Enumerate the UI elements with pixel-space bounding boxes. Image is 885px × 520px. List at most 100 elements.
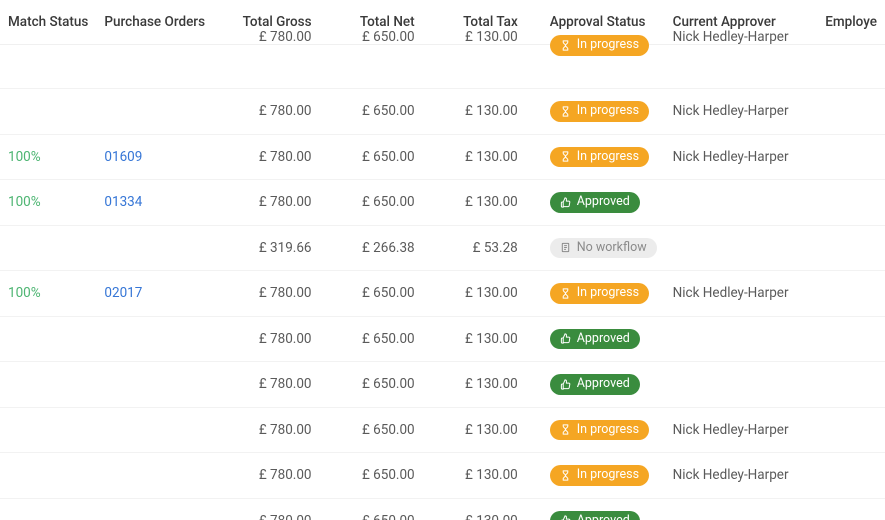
- cell-employee: [817, 316, 885, 362]
- cell-match-status: [0, 407, 96, 453]
- table-row[interactable]: £ 780.00£ 650.00£ 130.00In progressNick …: [0, 407, 885, 453]
- cell-approval-status: In progress: [542, 271, 665, 317]
- cell-match-status: [0, 498, 96, 520]
- cell-employee: [817, 271, 885, 317]
- table-row[interactable]: £ 319.66£ 266.38£ 53.28No workflow: [0, 225, 885, 271]
- cell-total-net: £ 650.00: [336, 362, 439, 408]
- cell-purchase-order: [96, 498, 213, 520]
- cell-approval-status: In progress: [542, 407, 665, 453]
- cell-total-net: £ 650.00: [336, 271, 439, 317]
- cell-purchase-order: [96, 362, 213, 408]
- cell-current-approver: [665, 180, 818, 226]
- cell-employee: [817, 89, 885, 135]
- cell-total-tax: £ 130.00: [439, 45, 542, 89]
- cell-employee: [817, 453, 885, 499]
- col-header-employee[interactable]: Employe: [817, 0, 885, 45]
- cell-employee: [817, 45, 885, 89]
- cell-current-approver: Nick Hedley-Harper: [665, 134, 818, 180]
- thumbs-up-icon: [560, 515, 571, 520]
- table-row[interactable]: £ 780.00£ 650.00£ 130.00In progressNick …: [0, 45, 885, 89]
- cell-approval-status: In progress: [542, 89, 665, 135]
- cell-employee: [817, 498, 885, 520]
- status-badge-label: In progress: [577, 469, 639, 482]
- cell-match-status: [0, 45, 96, 89]
- table-row[interactable]: 100% 02017 £ 780.00£ 650.00£ 130.00 In prog…: [0, 271, 885, 317]
- cell-match-status: 100%: [0, 271, 96, 317]
- status-badge: In progress: [550, 35, 649, 56]
- status-badge: Approved: [550, 374, 640, 395]
- cell-total-net: £ 650.00: [336, 180, 439, 226]
- table-row[interactable]: £ 780.00£ 650.00£ 130.00In progressNick …: [0, 89, 885, 135]
- hourglass-icon: [560, 288, 571, 299]
- table-row[interactable]: 100%01609£ 780.00£ 650.00£ 130.00In prog…: [0, 134, 885, 180]
- data-table: Match Status Purchase Orders Total Gross…: [0, 0, 885, 520]
- status-badge: Approved: [550, 329, 640, 350]
- cell-total-tax: £ 130.00: [439, 362, 542, 408]
- cell-total-gross: £ 780.00: [213, 134, 336, 180]
- cell-total-tax: £ 130.00: [439, 316, 542, 362]
- match-percent: 100%: [8, 194, 41, 210]
- cell-current-approver: Nick Hedley-Harper: [665, 407, 818, 453]
- cell-total-net: £ 266.38: [336, 225, 439, 271]
- status-badge-label: Approved: [577, 378, 630, 391]
- table-row[interactable]: £ 780.00£ 650.00£ 130.00Approved: [0, 316, 885, 362]
- cell-total-gross: £ 780.00: [213, 45, 336, 89]
- cell-total-tax: £ 130.00: [439, 271, 542, 317]
- cell-purchase-order: [96, 453, 213, 499]
- cell-total-gross: £ 780.00: [213, 407, 336, 453]
- cell-total-gross: £ 780.00: [213, 180, 336, 226]
- cell-employee: [817, 134, 885, 180]
- cell-employee: [817, 180, 885, 226]
- cell-total-net: £ 650.00: [336, 453, 439, 499]
- cell-purchase-order: [96, 407, 213, 453]
- hourglass-icon: [560, 470, 571, 481]
- cell-match-status: 100%: [0, 180, 96, 226]
- cell-total-gross: £ 780.00: [213, 362, 336, 408]
- status-badge-label: Approved: [577, 333, 630, 346]
- col-header-purchase-orders[interactable]: Purchase Orders: [96, 0, 213, 45]
- cell-total-tax: £ 130.00: [439, 453, 542, 499]
- table-row[interactable]: £ 780.00£ 650.00£ 130.00 Approved: [0, 362, 885, 408]
- cell-total-gross: £ 319.66: [213, 225, 336, 271]
- status-badge-label: In progress: [577, 105, 639, 118]
- status-badge: In progress: [550, 101, 649, 122]
- cell-total-net: £ 650.00: [336, 498, 439, 520]
- cell-total-net: £ 650.00: [336, 316, 439, 362]
- table-row[interactable]: £ 780.00£ 650.00£ 130.00 Approved: [0, 498, 885, 520]
- status-badge-label: In progress: [577, 424, 639, 437]
- cell-current-approver: [665, 225, 818, 271]
- cell-current-approver: Nick Hedley-Harper: [665, 271, 818, 317]
- table-row[interactable]: £ 780.00£ 650.00£ 130.00In progressNick …: [0, 453, 885, 499]
- cell-current-approver: [665, 316, 818, 362]
- cell-match-status: [0, 89, 96, 135]
- status-badge-label: In progress: [577, 287, 639, 300]
- cell-current-approver: Nick Hedley-Harper: [665, 89, 818, 135]
- cell-total-gross: £ 780.00: [213, 89, 336, 135]
- purchase-order-link[interactable]: 01609: [104, 149, 142, 165]
- status-badge: Approved: [550, 192, 640, 213]
- status-badge: In progress: [550, 465, 649, 486]
- table-body: £ 780.00£ 650.00£ 130.00In progressNick …: [0, 45, 885, 520]
- purchase-order-link[interactable]: 02017: [104, 285, 142, 301]
- status-badge-label: Approved: [577, 515, 630, 520]
- cell-total-gross: £ 780.00: [213, 498, 336, 520]
- cell-purchase-order: 01334: [96, 180, 213, 226]
- status-badge-label: In progress: [577, 39, 639, 52]
- table-row[interactable]: 100%01334£ 780.00£ 650.00£ 130.00Approve…: [0, 180, 885, 226]
- cell-total-tax: £ 130.00: [439, 498, 542, 520]
- cell-total-gross: £ 780.00: [213, 271, 336, 317]
- cell-match-status: [0, 362, 96, 408]
- purchase-order-link[interactable]: 01334: [104, 194, 142, 210]
- cell-current-approver: [665, 362, 818, 408]
- cell-purchase-order: 02017: [96, 271, 213, 317]
- thumbs-up-icon: [560, 197, 571, 208]
- col-header-match-status[interactable]: Match Status: [0, 0, 96, 45]
- cell-total-tax: £ 130.00: [439, 89, 542, 135]
- cell-employee: [817, 362, 885, 408]
- thumbs-up-icon: [560, 333, 571, 344]
- thumbs-up-icon: [560, 379, 571, 390]
- hourglass-icon: [560, 40, 571, 51]
- status-badge-label: In progress: [577, 151, 639, 164]
- cell-total-tax: £ 53.28: [439, 225, 542, 271]
- cell-employee: [817, 225, 885, 271]
